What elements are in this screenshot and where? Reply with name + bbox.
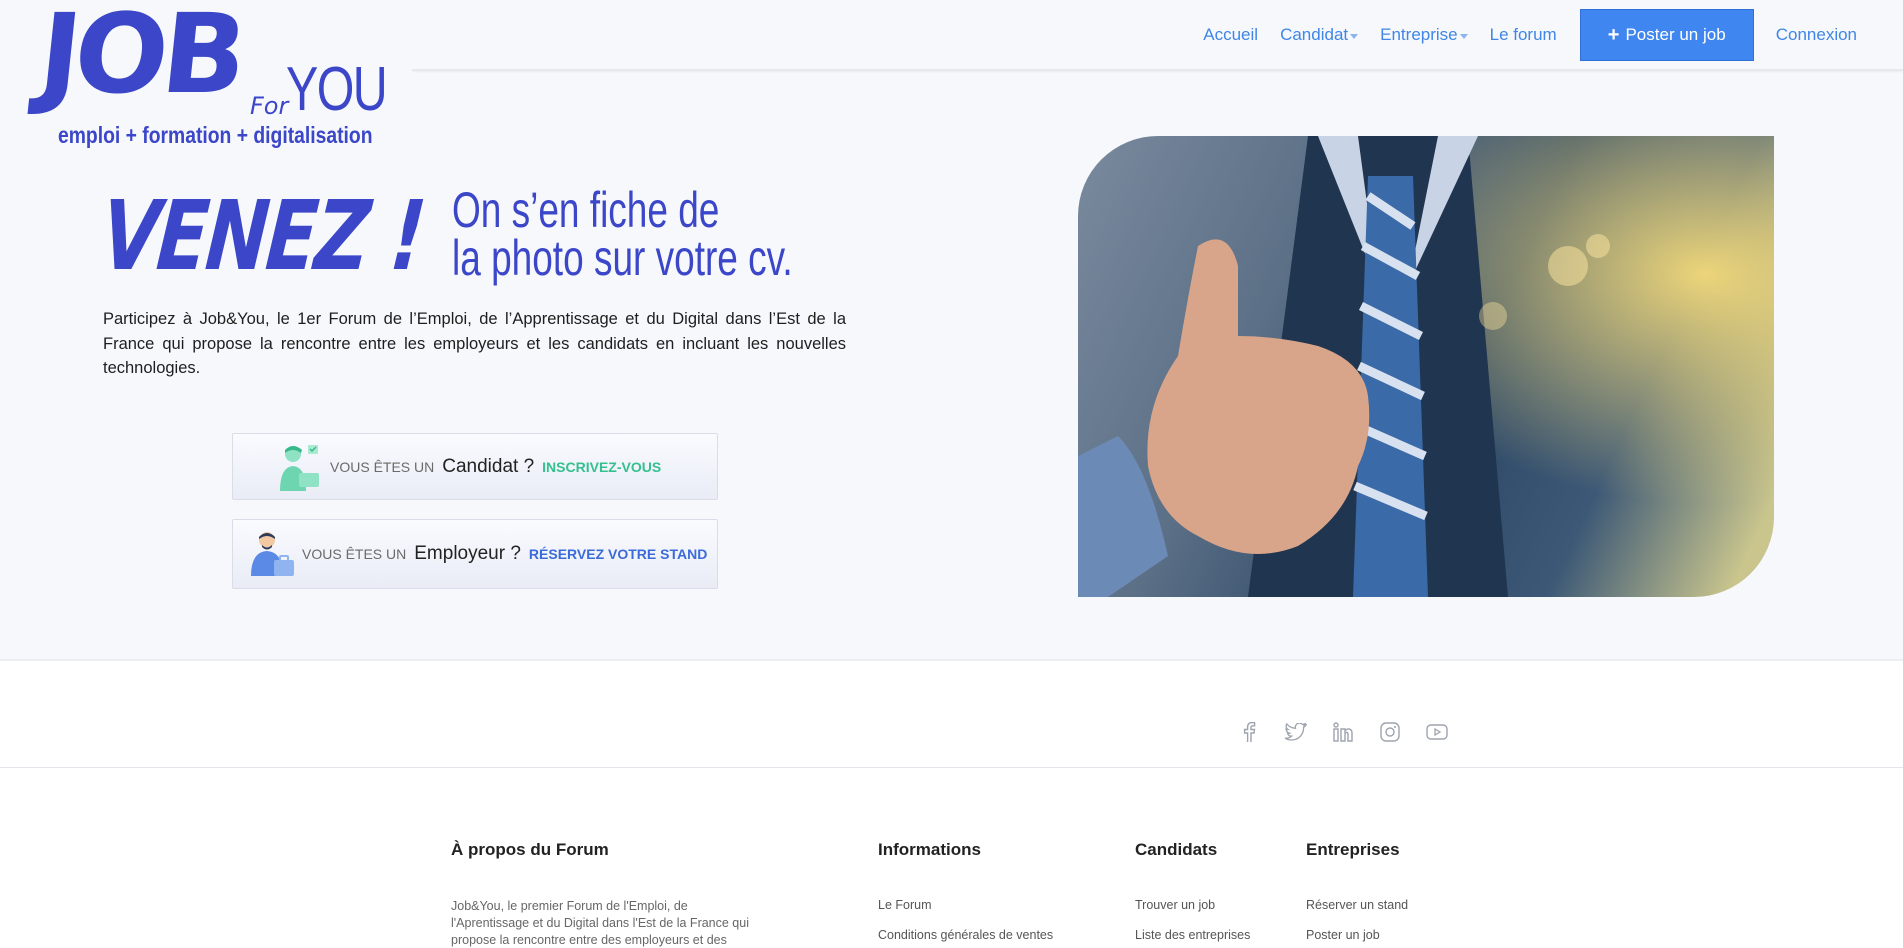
cta-candidate-role: Candidat ? [442,455,535,477]
social-band [0,659,1903,768]
photo-illustration [1078,136,1774,597]
instagram-icon[interactable] [1379,721,1401,743]
nav-connexion[interactable]: Connexion [1776,25,1857,45]
footer-about-text: Job&You, le premier Forum de l'Emploi, d… [451,899,749,947]
hero-slogan-line1: On s’en fiche de [452,182,720,238]
candidate-signup-button[interactable]: VOUS ÊTES UN Candidat ? INSCRIVEZ-VOUS [232,433,718,500]
candidate-avatar-icon [275,441,327,493]
main-nav: Accueil Candidat Entreprise Le forum + P… [1203,0,1903,70]
employer-stand-button[interactable]: VOUS ÊTES UN Employeur ? RÉSERVEZ VOTRE … [232,519,718,589]
chevron-down-icon [1350,33,1359,39]
nav-accueil[interactable]: Accueil [1203,25,1258,45]
cta-candidate-prefix: VOUS ÊTES UN [330,458,435,475]
footer-about-title: À propos du Forum [451,840,609,859]
footer-candidats: Candidats Trouver un job Liste des entre… [1135,840,1250,948]
footer-candidats-title: Candidats [1135,840,1218,859]
linkedin-icon[interactable] [1332,721,1354,743]
chevron-down-icon [1459,33,1468,39]
hero-headline: VENEZ ! [97,180,428,292]
social-links [1238,721,1473,743]
footer-link-reserver-stand[interactable]: Réserver un stand [1306,898,1408,912]
nav-candidat-label: Candidat [1280,25,1349,44]
nav-entreprise-label: Entreprise [1380,25,1458,44]
post-job-label: Poster un job [1625,25,1726,44]
footer-entreprises-title: Entreprises [1306,840,1400,859]
facebook-icon[interactable] [1238,721,1260,743]
post-job-button[interactable]: + Poster un job [1579,9,1754,61]
footer-entreprises: Entreprises Réserver un stand Poster un … [1306,840,1408,948]
footer-link-liste-entreprises[interactable]: Liste des entreprises [1135,928,1250,942]
logo-tagline: emploi + formation + digitalisation [58,122,373,148]
footer-link-poster-job[interactable]: Poster un job [1306,928,1408,942]
nav-candidat[interactable]: Candidat [1280,25,1359,45]
footer-link-cgv[interactable]: Conditions générales de ventes [878,928,1053,942]
cta-employer-role: Employeur ? [414,543,521,564]
hero-slogan-line2: la photo sur votre cv. [452,230,793,286]
plus-icon: + [1607,23,1620,46]
footer-link-trouver-job[interactable]: Trouver un job [1135,898,1250,912]
twitter-icon[interactable] [1285,721,1307,743]
cta-employer-action: RÉSERVEZ VOTRE STAND [528,546,708,562]
nav-forum[interactable]: Le forum [1490,25,1557,45]
employer-avatar-icon [247,528,299,580]
nav-entreprise[interactable]: Entreprise [1380,25,1468,45]
footer-informations-title: Informations [878,840,981,859]
youtube-icon[interactable] [1426,721,1448,743]
footer-about: À propos du Forum Job&You, le premier Fo… [451,840,761,948]
site-footer: À propos du Forum Job&You, le premier Fo… [0,768,1903,948]
cta-candidate-action: INSCRIVEZ-VOUS [542,458,662,475]
site-logo[interactable]: JOB YOU For emploi + formation + digital… [33,0,387,154]
logo-job-text: JOB [33,0,248,118]
hero-thumbs-up-photo [1078,136,1774,597]
cta-employer-prefix: VOUS ÊTES UN [302,546,407,562]
logo-for-text: For [250,92,289,120]
logo-you-text: YOU [286,55,388,124]
hero-intro-text: Participez à Job&You, le 1er Forum de l’… [103,310,846,377]
footer-informations: Informations Le Forum Conditions général… [878,840,1053,948]
footer-link-le-forum[interactable]: Le Forum [878,898,1053,912]
hero-slogan: On s’en fiche de la photo sur votre cv. [452,182,793,286]
